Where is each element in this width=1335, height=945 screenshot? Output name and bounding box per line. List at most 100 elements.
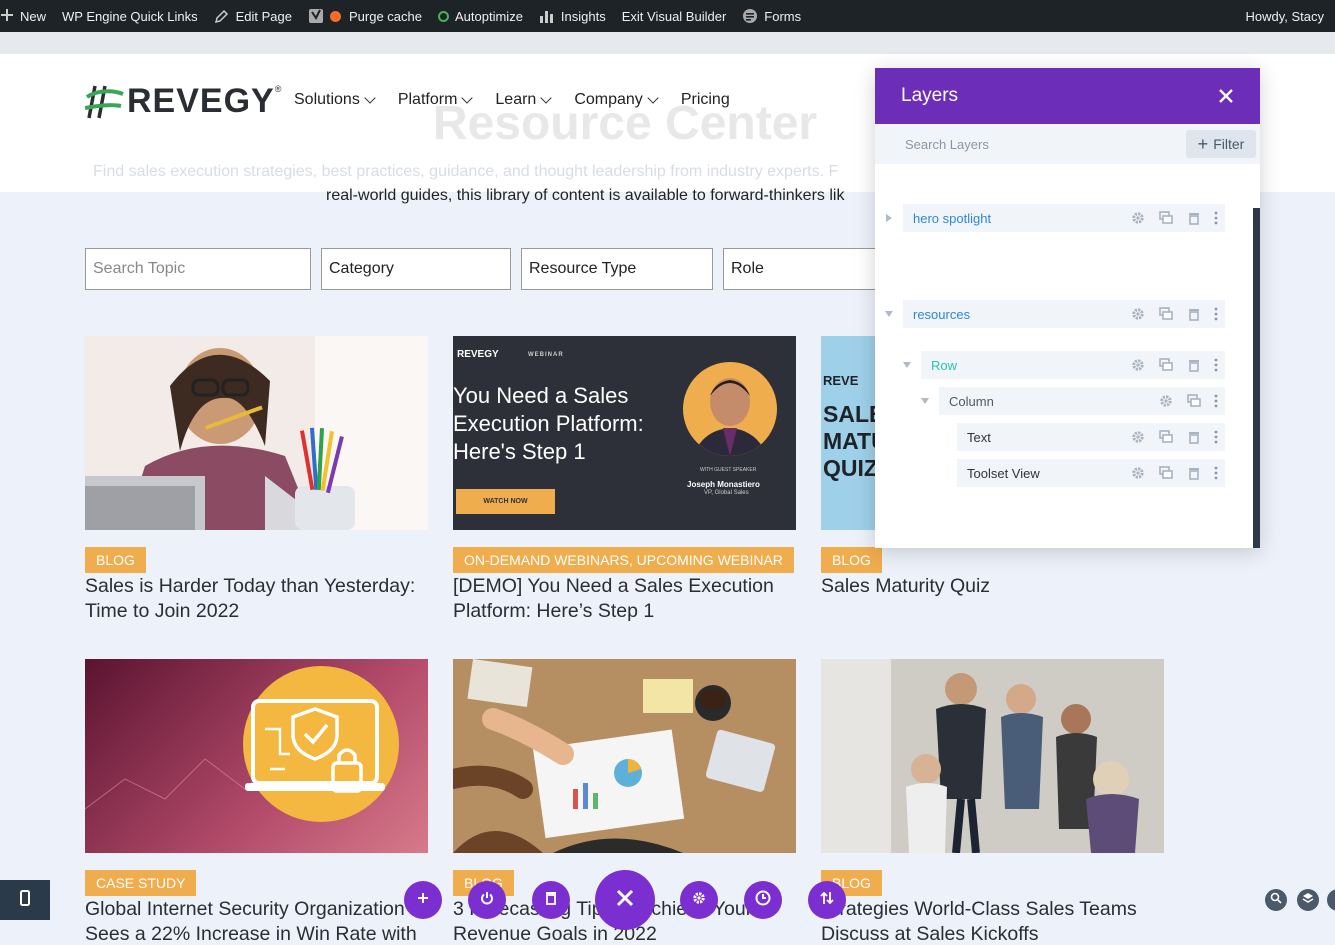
admin-edit-page[interactable]: Edit Page — [206, 0, 300, 32]
nav-solutions[interactable]: Solutions — [294, 91, 376, 109]
more-dots-icon[interactable] — [1213, 356, 1219, 374]
layers-panel: Layers Search Layers + Filter hero spotl… — [875, 68, 1260, 548]
card-tag-3[interactable]: BLOG — [821, 547, 882, 573]
duplicate-icon[interactable] — [1157, 464, 1175, 482]
nav-company[interactable]: Company — [574, 91, 659, 109]
trash-icon[interactable] — [1185, 305, 1203, 323]
more-dots-icon[interactable] — [1213, 464, 1219, 482]
nav-pricing[interactable]: Pricing — [681, 91, 730, 109]
resource-type-select[interactable]: Resource Type — [521, 248, 713, 290]
page-settings-button[interactable] — [680, 881, 718, 919]
save-button[interactable] — [468, 881, 506, 919]
portability-button[interactable] — [808, 881, 846, 919]
trash-icon[interactable] — [1185, 356, 1203, 374]
role-select[interactable]: Role — [723, 248, 883, 290]
responsive-phone-button[interactable] — [0, 880, 50, 920]
more-dots-icon[interactable] — [1213, 209, 1219, 227]
admin-wpengine-links[interactable]: WP Engine Quick Links — [54, 0, 206, 32]
card-tag-4[interactable]: CASE STUDY — [85, 870, 197, 896]
site-logo[interactable]: REVEGY ® — [84, 82, 281, 121]
close-icon[interactable] — [1218, 88, 1234, 104]
layer-row-row[interactable]: Row — [921, 351, 1225, 379]
layer-row-column[interactable]: Column — [939, 387, 1225, 415]
duplicate-icon[interactable] — [1185, 392, 1203, 410]
layer-label: Text — [967, 429, 991, 445]
gear-icon[interactable] — [1129, 464, 1147, 482]
category-select[interactable]: Category — [321, 248, 511, 290]
layer-label: Column — [949, 393, 994, 409]
admin-forms-label: Forms — [764, 8, 802, 24]
add-module-button[interactable] — [404, 881, 442, 919]
collapse-arrow-icon[interactable] — [885, 311, 893, 317]
gear-icon[interactable] — [1129, 356, 1147, 374]
layer-row-text[interactable]: Text — [957, 423, 1225, 451]
nav-learn[interactable]: Learn — [495, 91, 552, 109]
layer-label: Toolset View — [967, 465, 1040, 481]
card-title-4[interactable]: Global Internet Security Organization Se… — [85, 897, 435, 945]
admin-yoast[interactable] — [300, 0, 349, 32]
logo-wordmark: REVEGY — [127, 82, 275, 120]
card-image-blog-harder[interactable] — [85, 336, 428, 530]
webinar-watch-label: WATCH NOW — [483, 498, 528, 505]
search-topic-input[interactable]: Search Topic — [85, 248, 311, 290]
layer-row-hero-spotlight[interactable]: hero spotlight — [903, 204, 1225, 232]
expand-arrow-icon[interactable] — [886, 214, 892, 222]
layer-actions — [1129, 204, 1219, 232]
duplicate-icon[interactable] — [1157, 209, 1175, 227]
history-button[interactable] — [744, 881, 782, 919]
layers-header[interactable]: Layers — [875, 68, 1260, 124]
layers-toggle-button[interactable] — [1297, 889, 1319, 911]
admin-exit-builder[interactable]: Exit Visual Builder — [614, 0, 735, 32]
zoom-button[interactable] — [1265, 889, 1287, 911]
delete-button[interactable] — [532, 881, 570, 919]
card-image-forecasting[interactable] — [453, 659, 796, 853]
webinar-label: WEBINAR — [528, 352, 564, 358]
webinar-watch-button[interactable]: WATCH NOW — [456, 489, 555, 514]
gear-icon[interactable] — [1129, 428, 1147, 446]
collapse-arrow-icon[interactable] — [921, 398, 929, 404]
admin-autoptimize[interactable]: Autoptimize — [430, 0, 531, 32]
admin-howdy[interactable]: Howdy, Stacy — [1237, 0, 1332, 32]
card-title-3[interactable]: Sales Maturity Quiz — [821, 574, 1171, 599]
main-nav: Solutions Platform Learn Company Pricing — [294, 91, 754, 109]
card-title-6[interactable]: Strategies World-Class Sales Teams Discu… — [821, 897, 1171, 945]
card-image-webinar[interactable]: REVEGY WEBINAR You Need a Sales Executio… — [453, 336, 796, 530]
admin-insights[interactable]: Insights — [531, 0, 614, 32]
layers-search-input[interactable]: Search Layers + Filter — [875, 124, 1260, 164]
nav-company-label: Company — [574, 91, 643, 108]
more-button[interactable] — [1327, 889, 1335, 911]
close-builder-button[interactable] — [595, 870, 655, 930]
admin-new[interactable]: New — [0, 0, 54, 32]
layers-scrollbar[interactable] — [1253, 208, 1260, 548]
layer-row-resources[interactable]: resources — [903, 300, 1225, 328]
duplicate-icon[interactable] — [1157, 356, 1175, 374]
more-dots-icon[interactable] — [1213, 392, 1219, 410]
more-dots-icon[interactable] — [1213, 428, 1219, 446]
nav-platform[interactable]: Platform — [398, 91, 474, 109]
layer-row-toolset-view[interactable]: Toolset View — [957, 459, 1225, 487]
card-image-security[interactable] — [85, 659, 428, 853]
more-dots-icon[interactable] — [1213, 305, 1219, 323]
card-tag-1[interactable]: BLOG — [85, 547, 146, 573]
admin-purge-cache[interactable]: Purge cache — [349, 0, 430, 32]
gear-icon[interactable] — [1129, 209, 1147, 227]
admin-forms[interactable]: Forms — [734, 0, 809, 32]
collapse-arrow-icon[interactable] — [903, 362, 911, 368]
trash-icon[interactable] — [1185, 209, 1203, 227]
quiz-line-3: QUIZ — [823, 455, 878, 481]
layers-filter-label: Filter — [1213, 136, 1245, 152]
trash-icon[interactable] — [1185, 464, 1203, 482]
duplicate-icon[interactable] — [1157, 305, 1175, 323]
gear-icon[interactable] — [1129, 305, 1147, 323]
card-tag-2[interactable]: ON-DEMAND WEBINARS, UPCOMING WEBINAR — [453, 547, 794, 573]
card-image-kickoffs[interactable] — [821, 659, 1164, 853]
clock-icon — [755, 890, 771, 911]
card-title-2[interactable]: [DEMO] You Need a Sales Execution Platfo… — [453, 574, 803, 624]
duplicate-icon[interactable] — [1157, 428, 1175, 446]
gear-icon[interactable] — [1157, 392, 1175, 410]
card-title-1[interactable]: Sales is Harder Today than Yesterday: Ti… — [85, 574, 435, 624]
trash-icon[interactable] — [1185, 428, 1203, 446]
layers-filter-button[interactable]: + Filter — [1186, 130, 1256, 158]
speaker-name: Joseph Monastiero — [687, 480, 760, 489]
layer-actions — [1129, 423, 1219, 451]
